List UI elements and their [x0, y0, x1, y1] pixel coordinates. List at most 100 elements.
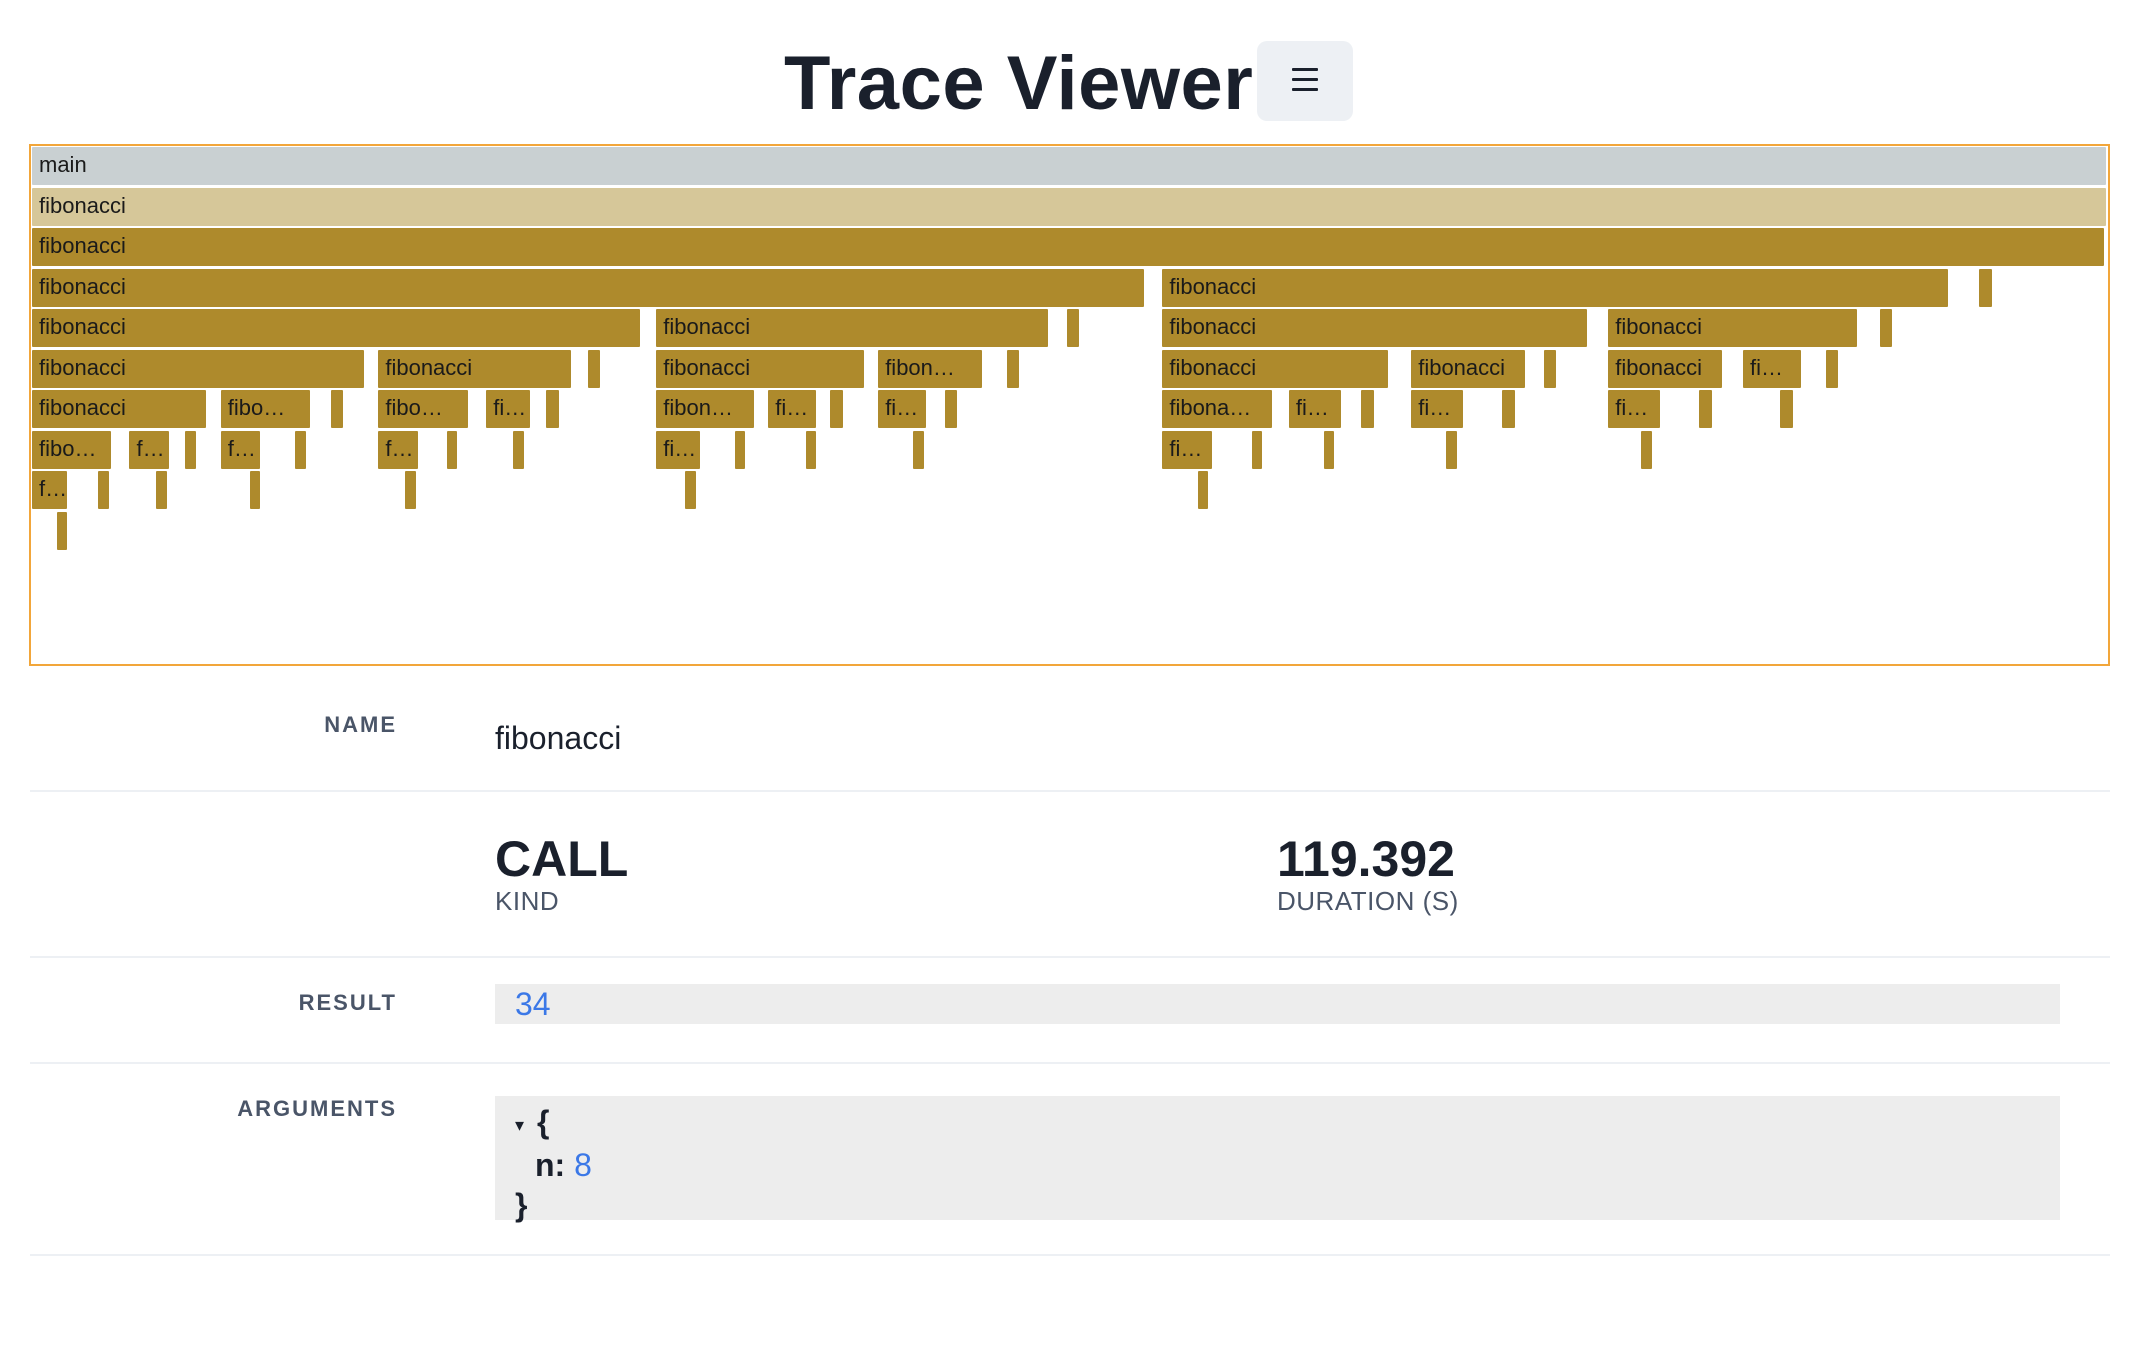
flame-frame[interactable]: fibonacci	[32, 187, 2106, 226]
flame-frame[interactable]	[546, 390, 559, 428]
flame-frame-label: fi…	[39, 476, 67, 501]
flame-frame[interactable]: fibona…	[1162, 390, 1273, 428]
flame-frame[interactable]: fibo…	[32, 430, 111, 469]
arguments-row: ARGUMENTS ▾{ n: 8 }	[30, 1064, 2110, 1256]
result-row: RESULT 34	[30, 958, 2110, 1064]
flame-frame[interactable]: fibonacci	[1162, 349, 1389, 388]
header: Trace Viewer	[0, 40, 2146, 126]
flame-frame-label: fibonacci	[39, 233, 126, 258]
flame-frame[interactable]: fibonacci	[32, 309, 640, 347]
page-title: Trace Viewer	[784, 41, 1254, 126]
flame-frame[interactable]: fibon…	[656, 390, 754, 428]
flame-frame-label: fibonacci	[1418, 354, 1506, 380]
flame-frame[interactable]: fi…	[1162, 430, 1213, 469]
flame-frame[interactable]	[98, 471, 109, 509]
flame-frame[interactable]	[156, 471, 167, 509]
flame-frame[interactable]	[587, 349, 601, 388]
flame-frame[interactable]: fibonacci	[656, 309, 1049, 347]
flame-frame-label: fi…	[663, 435, 697, 461]
flame-frame[interactable]: fibonacci	[32, 390, 207, 428]
flame-frame[interactable]	[1446, 430, 1457, 469]
flame-frame[interactable]	[1361, 390, 1374, 428]
flame-frame-label: fibonacci	[663, 314, 751, 339]
flame-frame[interactable]: fi…	[878, 390, 926, 428]
flame-frame[interactable]: fibo…	[378, 390, 468, 428]
kind-value: CALL	[495, 831, 629, 887]
flame-frame-label: fibonacci	[1169, 273, 1257, 299]
flame-frame[interactable]: fi…	[32, 471, 68, 509]
flame-frame[interactable]	[1879, 309, 1893, 347]
flame-frame[interactable]: fibonacci	[32, 349, 364, 388]
flame-frame[interactable]: fi…	[1411, 390, 1464, 428]
flame-frame[interactable]	[944, 390, 957, 428]
flame-frame-label: fibo…	[39, 435, 97, 461]
flame-frame[interactable]: fi…	[378, 430, 418, 469]
details-panel: NAME fibonacci CALL KIND 119.392 DURATIO…	[30, 680, 2110, 1256]
flame-frame[interactable]	[1502, 390, 1515, 428]
flame-frame[interactable]	[185, 430, 196, 469]
flame-frame[interactable]: fibonacci	[1162, 309, 1588, 347]
flame-frame[interactable]: fi…	[220, 430, 261, 469]
flame-frame[interactable]	[913, 430, 924, 469]
flame-frame-label: fibon…	[885, 354, 955, 380]
flame-frame[interactable]: fi…	[1743, 349, 1802, 388]
flame-frame[interactable]	[1543, 349, 1557, 388]
flame-frame[interactable]: fi…	[768, 390, 816, 428]
arguments-viewer: ▾{ n: 8 }	[495, 1096, 2060, 1223]
flame-frame[interactable]	[1826, 349, 1839, 388]
flame-frame[interactable]	[735, 430, 746, 469]
flame-frame[interactable]	[1006, 349, 1020, 388]
flame-frame-label: fibonacci	[663, 354, 751, 380]
flame-frame[interactable]: fi…	[129, 430, 169, 469]
collapse-toggle-icon[interactable]: ▾	[515, 1105, 537, 1145]
flame-frame[interactable]	[1251, 430, 1262, 469]
flame-frame-label: fibonacci	[39, 314, 126, 339]
flame-frame-label: fi…	[1615, 395, 1649, 420]
flame-frame[interactable]	[685, 471, 696, 509]
flame-frame[interactable]	[513, 430, 524, 469]
flame-frame-label: fi…	[1750, 354, 1784, 380]
duration-label: DURATION (S)	[1277, 886, 1459, 916]
flame-frame[interactable]: fi…	[1288, 390, 1341, 428]
flame-frame[interactable]	[1979, 268, 1992, 307]
flame-frame[interactable]: fi…	[1608, 390, 1661, 428]
flame-frame[interactable]	[249, 471, 261, 509]
flame-frame[interactable]	[830, 390, 843, 428]
flame-frame[interactable]: fibo…	[220, 390, 310, 428]
menu-button[interactable]	[1257, 41, 1353, 121]
flame-frame[interactable]	[1641, 430, 1652, 469]
flame-frame[interactable]	[1324, 430, 1335, 469]
flame-frame[interactable]: fibonacci	[656, 349, 864, 388]
flame-frame[interactable]	[1780, 390, 1793, 428]
flame-frame-label: fibon…	[663, 395, 733, 420]
flame-frame-label: fibonacci	[39, 354, 126, 380]
flame-frame-label: fibonacci	[1169, 354, 1257, 380]
flame-frame[interactable]	[446, 430, 458, 469]
flame-frame-label: fi…	[1295, 395, 1329, 420]
flame-frame[interactable]: fibon…	[878, 349, 982, 388]
flame-frame[interactable]: fibonacci	[1162, 268, 1949, 307]
flame-frame[interactable]: fibonacci	[1608, 309, 1858, 347]
flame-frame[interactable]: fi…	[656, 430, 700, 469]
flame-frame[interactable]	[1197, 471, 1208, 509]
flame-frame[interactable]	[405, 471, 416, 509]
flame-frame[interactable]	[1066, 309, 1080, 347]
flame-frame[interactable]	[295, 430, 306, 469]
flame-frame-label: fibonacci	[39, 273, 126, 299]
flame-frame[interactable]: fibonacci	[32, 268, 1144, 307]
flame-frame[interactable]	[56, 511, 68, 550]
duration-stat: 119.392 DURATION (S)	[1277, 832, 1459, 916]
flame-frame[interactable]: fibonacci	[32, 228, 2104, 266]
flame-frame[interactable]: fibonacci	[378, 349, 572, 388]
flame-frame[interactable]: main	[32, 147, 2106, 185]
flame-frame[interactable]	[330, 390, 344, 428]
flame-frame-label: fi…	[885, 395, 919, 420]
flame-frame[interactable]	[1699, 390, 1712, 428]
flame-frame[interactable]	[805, 430, 816, 469]
flame-frame-label: fibonacci	[39, 192, 126, 218]
flame-frame[interactable]: fibonacci	[1608, 349, 1723, 388]
argument-key: n:	[535, 1146, 566, 1183]
flame-frame[interactable]: fibonacci	[1411, 349, 1526, 388]
flame-frame-label: fibona…	[1169, 395, 1252, 420]
flame-frame[interactable]: fi…	[486, 390, 530, 428]
